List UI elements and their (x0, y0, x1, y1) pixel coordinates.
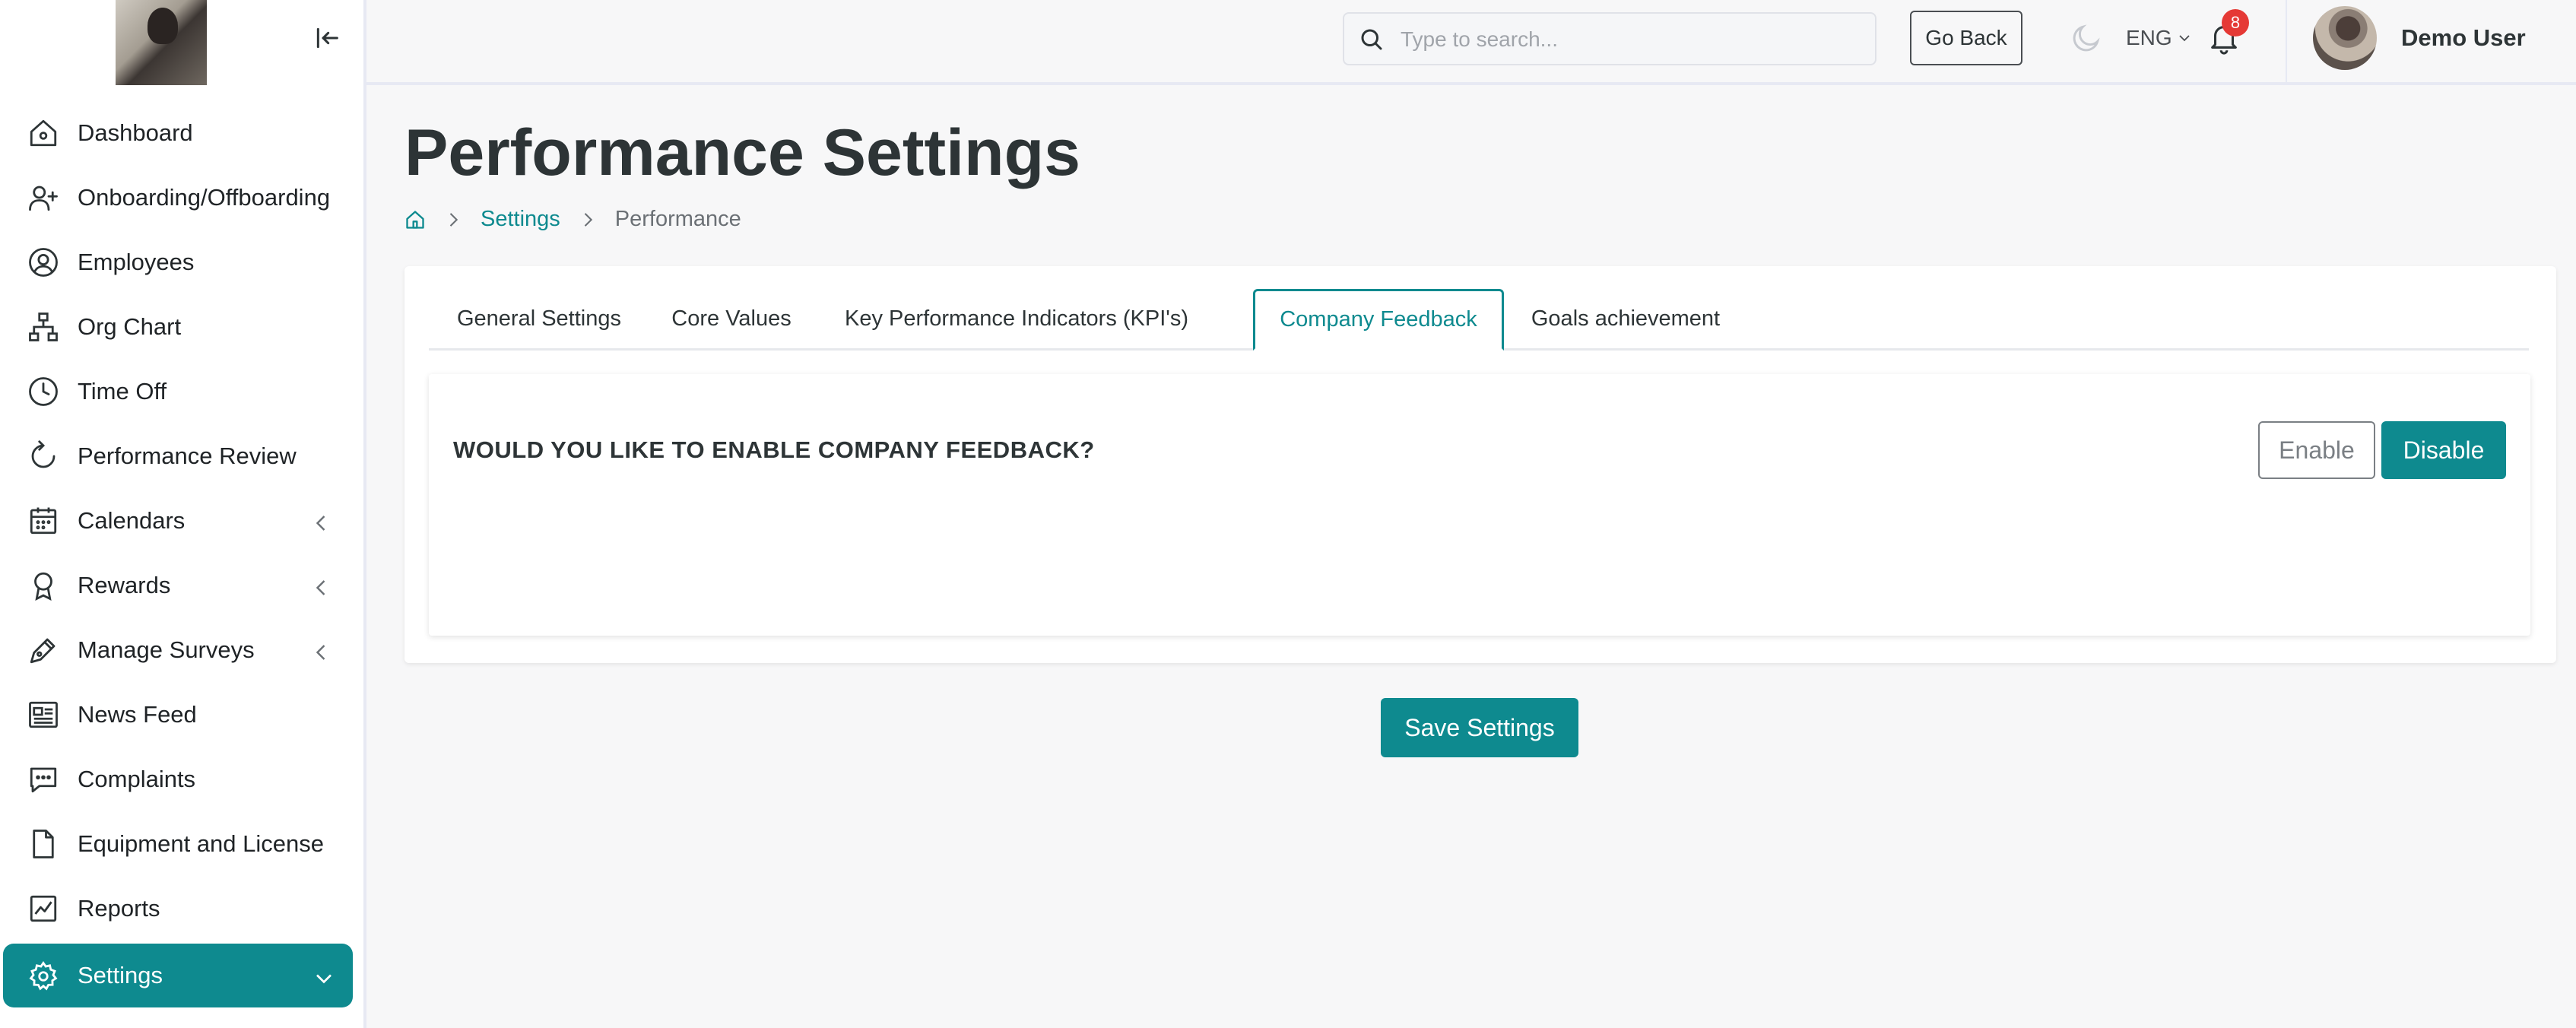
award-icon (27, 570, 59, 601)
sidebar-item-label: Manage Surveys (78, 636, 255, 663)
sidebar: Dashboard Onboarding/Offboarding Employe… (0, 0, 366, 1028)
breadcrumb-performance: Performance (614, 207, 741, 231)
language-label: ENG (2126, 26, 2172, 49)
chevron-down-icon (2175, 29, 2194, 47)
company-logo[interactable] (116, 0, 207, 85)
topbar: Go Back ENG 8 Demo User (366, 0, 2576, 85)
enable-button[interactable]: Enable (2258, 421, 2375, 479)
breadcrumb: Settings Performance (404, 207, 741, 232)
sidebar-item-org-chart[interactable]: Org Chart (0, 294, 363, 359)
sidebar-nav: Dashboard Onboarding/Offboarding Employe… (0, 100, 363, 1007)
org-chart-icon (27, 311, 59, 343)
go-back-button[interactable]: Go Back (1910, 11, 2022, 65)
message-icon (27, 763, 59, 795)
chevron-right-icon (443, 209, 464, 230)
sidebar-item-label: Complaints (78, 765, 196, 792)
home-icon (27, 117, 59, 149)
user-name[interactable]: Demo User (2401, 24, 2526, 52)
file-icon (27, 828, 59, 860)
sidebar-item-label: Rewards (78, 571, 171, 598)
collapse-sidebar-icon[interactable] (312, 23, 342, 53)
sidebar-item-calendars[interactable]: Calendars (0, 488, 363, 553)
sidebar-item-onboarding[interactable]: Onboarding/Offboarding (0, 165, 363, 230)
sidebar-item-reports[interactable]: Reports (0, 876, 363, 941)
sidebar-item-label: Org Chart (78, 313, 182, 340)
chevron-left-icon (307, 509, 335, 537)
sidebar-item-news-feed[interactable]: News Feed (0, 682, 363, 747)
search-box[interactable] (1343, 12, 1876, 65)
sidebar-item-label: Reports (78, 894, 160, 922)
gear-icon (27, 960, 59, 992)
notification-badge: 8 (2222, 9, 2249, 36)
search-input[interactable] (1399, 21, 1858, 58)
breadcrumb-settings[interactable]: Settings (481, 207, 560, 232)
sidebar-item-label: Equipment and License (78, 830, 325, 857)
sidebar-item-label: Settings (78, 962, 163, 988)
tab-general-settings[interactable]: General Settings (429, 289, 649, 348)
sidebar-item-label: Calendars (78, 506, 186, 534)
clock-icon (27, 376, 59, 408)
chevron-left-icon (307, 574, 335, 601)
sidebar-item-performance-review[interactable]: Performance Review (0, 424, 363, 488)
tab-core-values[interactable]: Core Values (649, 289, 814, 348)
chart-icon (27, 893, 59, 925)
home-icon[interactable] (404, 209, 426, 230)
sidebar-item-manage-surveys[interactable]: Manage Surveys (0, 617, 363, 682)
newspaper-icon (27, 699, 59, 731)
save-settings-button[interactable]: Save Settings (1381, 698, 1578, 757)
sidebar-item-label: Time Off (78, 377, 167, 405)
chevron-right-icon (577, 209, 598, 230)
tab-goals-achievement[interactable]: Goals achievement (1504, 289, 1747, 348)
sidebar-item-dashboard[interactable]: Dashboard (0, 100, 363, 165)
topbar-divider (2286, 0, 2287, 82)
calendar-icon (27, 505, 59, 537)
sidebar-item-label: Performance Review (78, 442, 297, 469)
sidebar-item-rewards[interactable]: Rewards (0, 553, 363, 617)
pen-icon (27, 634, 59, 666)
sidebar-item-label: Employees (78, 248, 195, 275)
tab-company-feedback[interactable]: Company Feedback (1253, 289, 1504, 351)
sidebar-item-time-off[interactable]: Time Off (0, 359, 363, 424)
sidebar-item-label: News Feed (78, 700, 197, 728)
page-title: Performance Settings (404, 116, 1080, 189)
sidebar-item-settings[interactable]: Settings (3, 944, 353, 1007)
avatar[interactable] (2313, 6, 2377, 70)
dark-mode-toggle-icon[interactable] (2070, 21, 2103, 55)
settings-tabs: General Settings Core Values Key Perform… (429, 289, 2529, 351)
sidebar-item-equipment[interactable]: Equipment and License (0, 811, 363, 876)
search-icon (1358, 26, 1385, 53)
company-feedback-panel: WOULD YOU LIKE TO ENABLE COMPANY FEEDBAC… (429, 374, 2530, 636)
refresh-icon (27, 440, 59, 472)
chevron-down-icon (310, 965, 338, 992)
disable-button[interactable]: Disable (2381, 421, 2506, 479)
settings-card: General Settings Core Values Key Perform… (404, 266, 2556, 663)
sidebar-item-label: Onboarding/Offboarding (78, 183, 331, 211)
sidebar-item-employees[interactable]: Employees (0, 230, 363, 294)
chevron-left-icon (307, 639, 335, 666)
tab-kpis[interactable]: Key Performance Indicators (KPI's) (814, 289, 1220, 348)
sidebar-item-label: Dashboard (78, 119, 193, 146)
user-circle-icon (27, 246, 59, 278)
sidebar-item-complaints[interactable]: Complaints (0, 747, 363, 811)
user-plus-icon (27, 182, 59, 214)
language-selector[interactable]: ENG (2126, 26, 2194, 50)
feedback-question: WOULD YOU LIKE TO ENABLE COMPANY FEEDBAC… (453, 436, 1095, 463)
